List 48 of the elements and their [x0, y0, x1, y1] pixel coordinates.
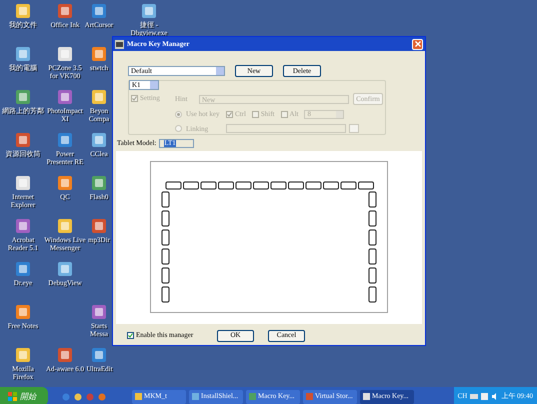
- close-button[interactable]: [412, 38, 423, 50]
- window-icon: [135, 393, 142, 400]
- checkbox[interactable]: [131, 94, 138, 102]
- window-icon: [249, 393, 256, 400]
- windows-logo-icon: [8, 392, 17, 401]
- close-icon: [414, 41, 420, 47]
- checkbox[interactable]: [127, 332, 134, 339]
- checkbox[interactable]: [280, 110, 288, 118]
- app-icon: [91, 175, 107, 191]
- checkbox[interactable]: [226, 110, 233, 118]
- radio-button[interactable]: [175, 125, 182, 132]
- app-icon: [141, 3, 157, 19]
- app-icon: [91, 89, 107, 105]
- app-icon: [15, 46, 31, 62]
- radio-button[interactable]: [175, 110, 182, 118]
- app-icon: [57, 347, 73, 363]
- app-icon: [15, 261, 31, 277]
- app-icon: [91, 218, 107, 234]
- app-icon: [91, 3, 107, 19]
- checkbox[interactable]: [252, 110, 259, 118]
- app-icon: [57, 218, 73, 234]
- app-icon: [91, 46, 107, 62]
- app-icon: [57, 46, 73, 62]
- app-icon: [91, 132, 107, 148]
- app-icon: [15, 175, 31, 191]
- browse-button[interactable]: [349, 124, 359, 134]
- app-icon: [15, 3, 31, 19]
- app-icon: [15, 347, 31, 363]
- window-icon: [363, 393, 370, 400]
- app-icon: [115, 40, 124, 48]
- app-icon: [91, 347, 107, 363]
- app-icon: [57, 3, 73, 19]
- start-button[interactable]: 開始: [0, 387, 48, 404]
- app-icon: [15, 132, 31, 148]
- app-icon: [57, 132, 73, 148]
- app-icon: [57, 261, 73, 277]
- speaker-icon[interactable]: [491, 393, 498, 400]
- app-icon: [15, 89, 31, 105]
- app-icon: [57, 175, 73, 191]
- keyboard-icon[interactable]: [470, 394, 478, 399]
- linking-field[interactable]: [226, 124, 346, 134]
- window-icon: [192, 393, 199, 400]
- app-icon: [57, 89, 73, 105]
- window-icon: [306, 393, 313, 400]
- app-icon: [15, 218, 31, 234]
- tray-icon[interactable]: [481, 393, 488, 400]
- app-icon: [91, 304, 107, 320]
- app-icon: [15, 304, 31, 320]
